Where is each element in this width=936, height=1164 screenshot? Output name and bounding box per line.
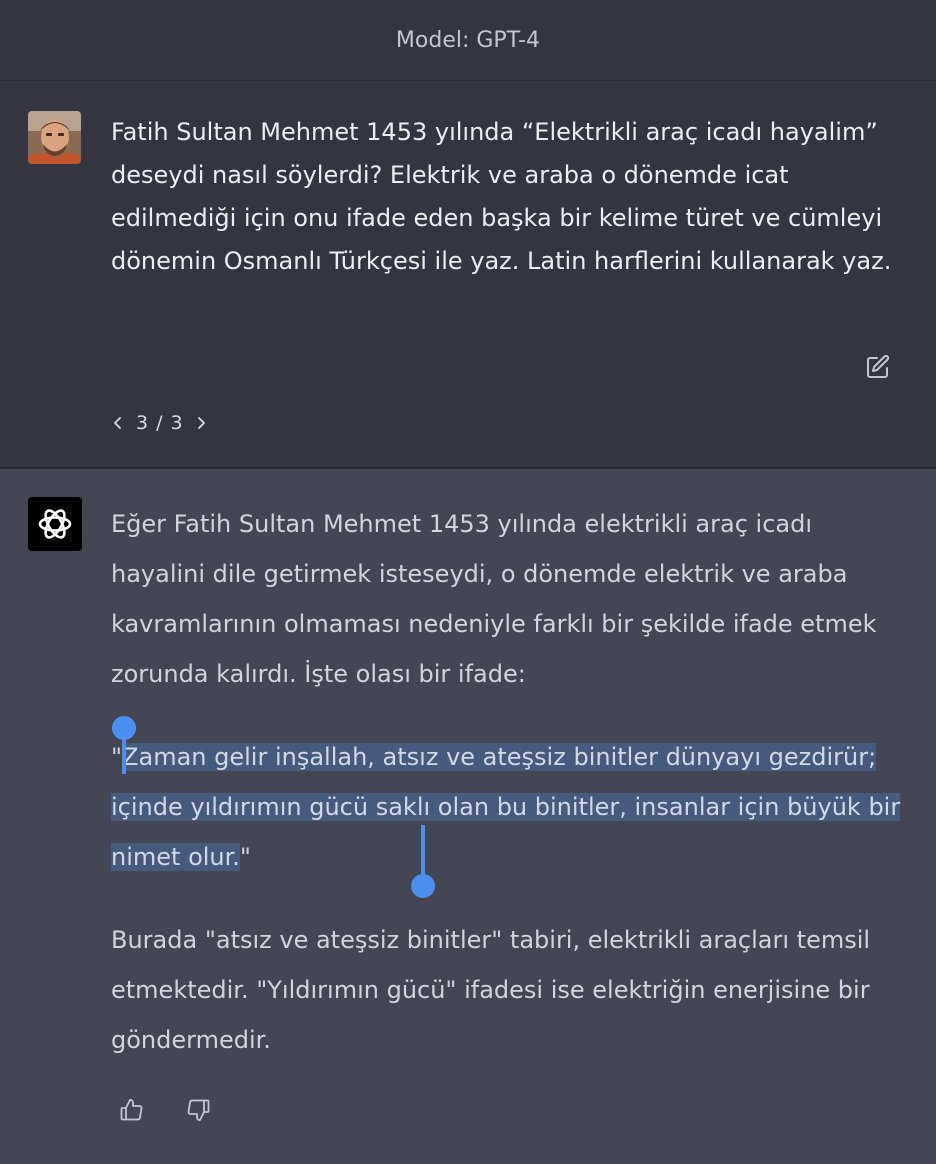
assistant-paragraph-quote[interactable]: "Zaman gelir inşallah, atsız ve ateşsiz … — [111, 732, 911, 882]
thumbs-up-icon — [120, 1099, 143, 1121]
model-label: Model: GPT-4 — [395, 27, 541, 53]
openai-logo-icon — [38, 509, 72, 539]
user-avatar — [28, 111, 81, 164]
response-pager: 3 / 3 — [108, 407, 211, 439]
user-avatar-photo-icon — [28, 111, 81, 164]
user-message: Fatih Sultan Mehmet 1453 yılında “Elektr… — [0, 81, 936, 469]
edit-button[interactable] — [862, 351, 894, 383]
assistant-message-text: Eğer Fatih Sultan Mehmet 1453 yılında el… — [111, 499, 911, 1098]
selected-text[interactable]: Zaman gelir inşallah, atsız ve ateşsiz b… — [111, 743, 901, 871]
chat-header: Model: GPT-4 — [0, 0, 936, 81]
selection-start-handle[interactable] — [110, 714, 140, 776]
user-message-text: Fatih Sultan Mehmet 1453 yılında “Elektr… — [111, 118, 892, 275]
assistant-logo — [28, 497, 82, 551]
chevron-right-icon — [197, 417, 205, 429]
selection-end-handle[interactable] — [409, 825, 439, 901]
assistant-paragraph-intro: Eğer Fatih Sultan Mehmet 1453 yılında el… — [111, 510, 877, 688]
edit-icon — [867, 354, 890, 378]
next-response-button[interactable] — [191, 409, 211, 437]
thumbs-up-button[interactable] — [116, 1094, 148, 1126]
previous-response-button[interactable] — [108, 409, 128, 437]
thumbs-down-icon — [187, 1099, 210, 1121]
assistant-message: Eğer Fatih Sultan Mehmet 1453 yılında el… — [0, 469, 936, 1164]
pager-current: 3 — [136, 412, 149, 434]
quote-close-mark: " — [239, 843, 251, 871]
pager-total: 3 — [170, 412, 183, 434]
feedback-buttons — [116, 1094, 214, 1126]
thumbs-down-button[interactable] — [182, 1094, 214, 1126]
assistant-paragraph-explanation: Burada "atsız ve ateşsiz binitler" tabir… — [111, 926, 871, 1054]
pager-separator: / — [156, 412, 163, 434]
chevron-left-icon — [114, 417, 121, 429]
